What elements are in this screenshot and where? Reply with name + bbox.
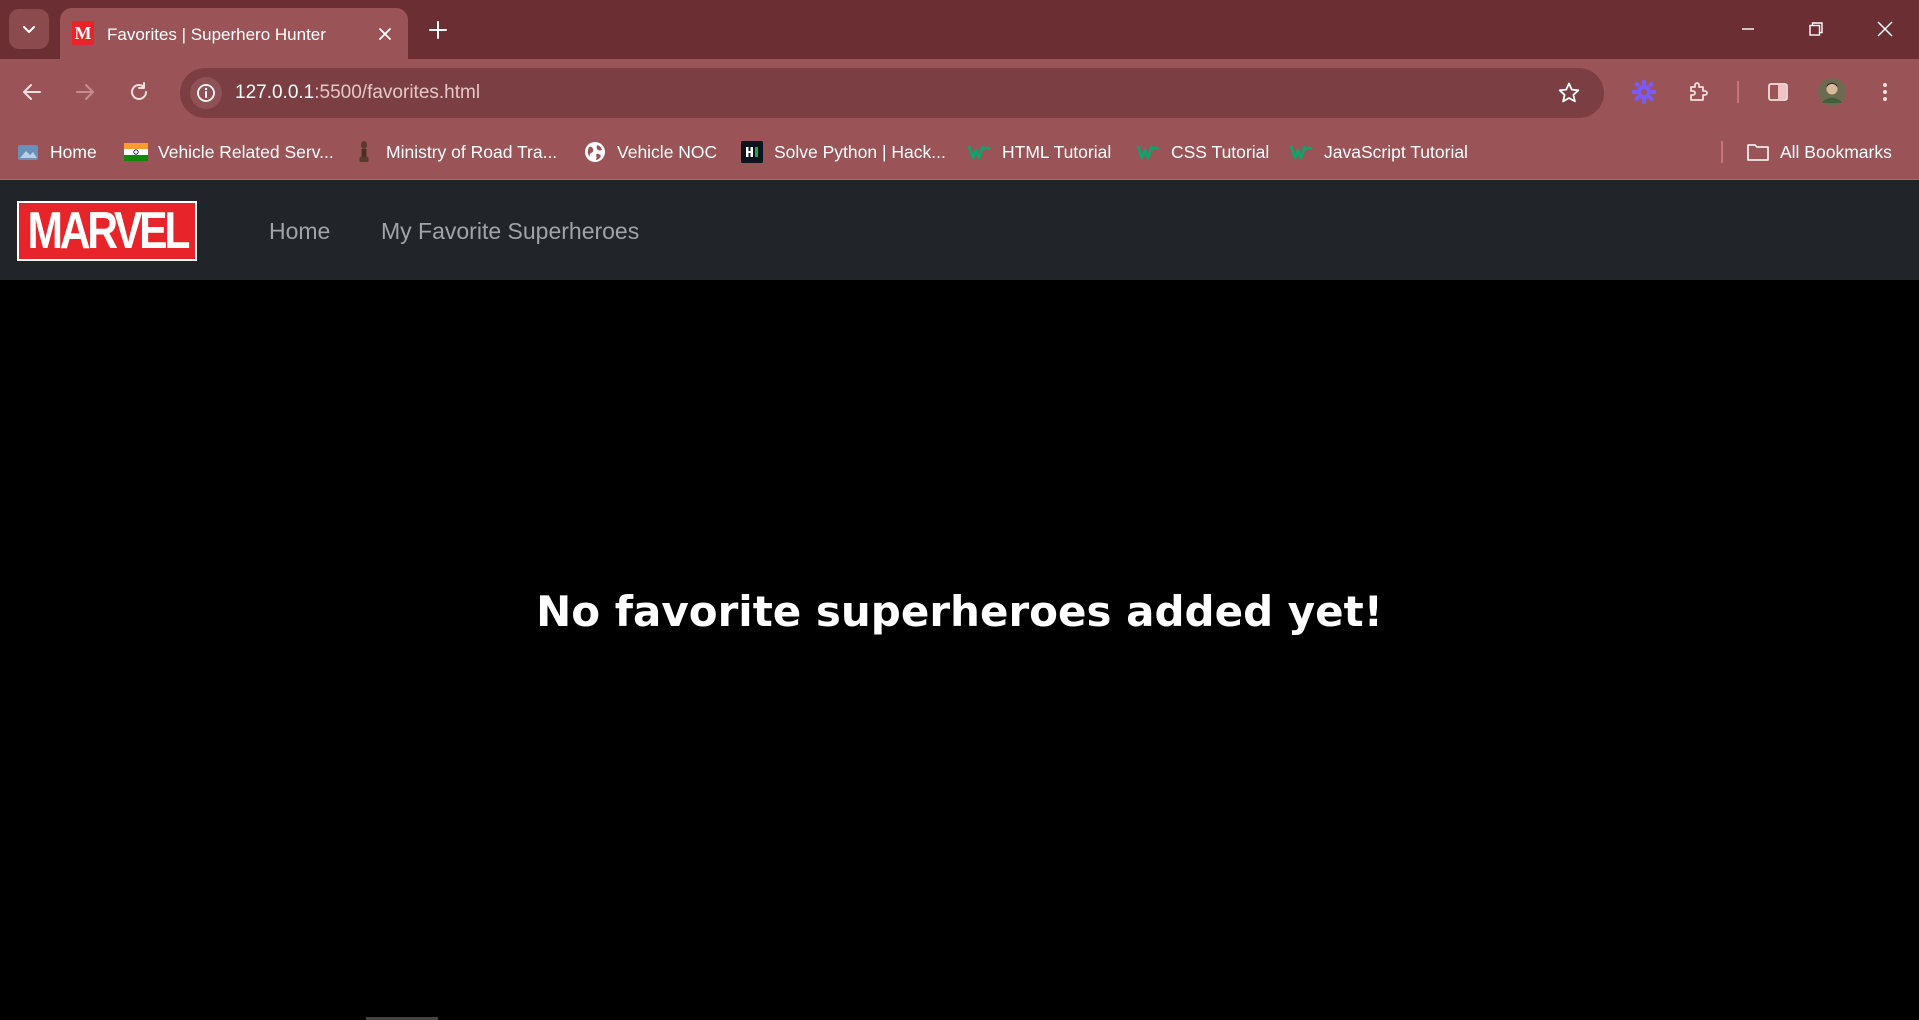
address-bar[interactable]: 127.0.0.1:5500/favorites.html (180, 68, 1604, 118)
emblem-icon (352, 140, 376, 164)
tab-close-button[interactable] (372, 21, 398, 47)
w3schools-icon (968, 140, 992, 164)
arrow-right-icon (76, 84, 94, 100)
avatar-icon (1818, 78, 1846, 106)
kebab-menu-icon (1883, 83, 1887, 101)
w3schools-icon (1290, 140, 1314, 164)
url-host: 127.0.0.1 (235, 82, 315, 103)
bookmark-label: Home (50, 141, 97, 162)
bookmark-javascript-tutorial[interactable]: JavaScript Tutorial (1290, 137, 1468, 167)
bookmark-html-tutorial[interactable]: HTML Tutorial (968, 137, 1111, 167)
bookmark-label: Vehicle Related Serv... (158, 141, 334, 162)
forward-button[interactable] (65, 72, 105, 112)
nav-link-favorites[interactable]: My Favorite Superheroes (381, 218, 639, 245)
side-panel-button[interactable] (1761, 75, 1795, 109)
nav-link-home[interactable]: Home (269, 218, 330, 245)
puzzle-icon (1690, 82, 1708, 101)
tab-title: Favorites | Superhero Hunter (107, 25, 326, 44)
close-window-button[interactable] (1851, 0, 1919, 58)
favorites-container: No favorite superheroes added yet! (0, 280, 1919, 1020)
chevron-down-icon (23, 26, 35, 33)
info-icon (197, 84, 215, 102)
toolbar-separator (1737, 81, 1739, 103)
bookmark-vehicle-noc[interactable]: Vehicle NOC (583, 137, 717, 167)
reload-button[interactable] (119, 72, 159, 112)
hackerrank-icon (740, 140, 764, 164)
plus-icon (429, 21, 447, 39)
browser-tabstrip: M Favorites | Superhero Hunter (0, 0, 1919, 59)
reload-icon (131, 82, 147, 100)
bookmark-label: HTML Tutorial (1002, 141, 1112, 162)
tab-search-button[interactable] (9, 9, 49, 49)
close-icon (379, 28, 391, 40)
close-icon (1877, 21, 1893, 37)
home-bookmark-icon (16, 140, 40, 164)
marvel-favicon-icon: M (72, 21, 94, 45)
bookmark-ministry-road-transport[interactable]: Ministry of Road Tra... (352, 137, 557, 167)
new-tab-button[interactable] (422, 14, 454, 46)
browser-toolbar: 127.0.0.1:5500/favorites.html (0, 59, 1919, 124)
bookmarks-separator (1721, 141, 1723, 163)
bookmark-css-tutorial[interactable]: CSS Tutorial (1137, 137, 1269, 167)
site-navbar: MARVEL Home My Favorite Superheroes (0, 180, 1919, 280)
bookmark-label: JavaScript Tutorial (1324, 141, 1468, 162)
all-bookmarks-label: All Bookmarks (1780, 141, 1892, 162)
bookmarks-bar: Home Vehicle Related Serv... Ministry of… (0, 124, 1919, 180)
w3schools-icon (1137, 140, 1161, 164)
bookmark-home[interactable]: Home (16, 137, 97, 167)
bookmark-label: Ministry of Road Tra... (386, 141, 558, 162)
minimize-button[interactable] (1714, 0, 1782, 58)
bookmark-star-button[interactable] (1556, 80, 1582, 106)
star-icon (1558, 82, 1580, 103)
bookmark-label: CSS Tutorial (1171, 141, 1270, 162)
restore-button[interactable] (1782, 0, 1850, 58)
globe-icon (583, 140, 607, 164)
bookmark-vehicle-related-services[interactable]: Vehicle Related Serv... (124, 137, 334, 167)
india-flag-icon (124, 140, 148, 164)
marvel-logo[interactable]: MARVEL (17, 201, 197, 261)
extension-gear-button[interactable] (1627, 75, 1661, 109)
minimize-icon (1742, 28, 1754, 30)
restore-icon (1809, 22, 1823, 36)
all-bookmarks-button[interactable]: All Bookmarks (1746, 137, 1892, 167)
side-panel-icon (1768, 83, 1788, 101)
extension-gear-icon (1632, 80, 1656, 104)
back-button[interactable] (12, 72, 52, 112)
bookmark-solve-python-hackerrank[interactable]: Solve Python | Hack... (740, 137, 946, 167)
extensions-button[interactable] (1681, 75, 1715, 109)
logo-text: MARVEL (27, 202, 190, 260)
empty-favorites-message: No favorite superheroes added yet! (536, 587, 1383, 636)
bookmark-label: Vehicle NOC (617, 141, 718, 162)
profile-button[interactable] (1815, 75, 1849, 109)
arrow-left-icon (23, 84, 41, 100)
site-info-button[interactable] (190, 77, 222, 109)
url-path: :5500/favorites.html (314, 82, 481, 103)
browser-tab-active[interactable]: M Favorites | Superhero Hunter (60, 8, 408, 59)
browser-menu-button[interactable] (1868, 75, 1902, 109)
url-text: 127.0.0.1:5500/favorites.html (235, 82, 480, 104)
folder-icon (1746, 140, 1770, 164)
bookmark-label: Solve Python | Hack... (774, 141, 946, 162)
